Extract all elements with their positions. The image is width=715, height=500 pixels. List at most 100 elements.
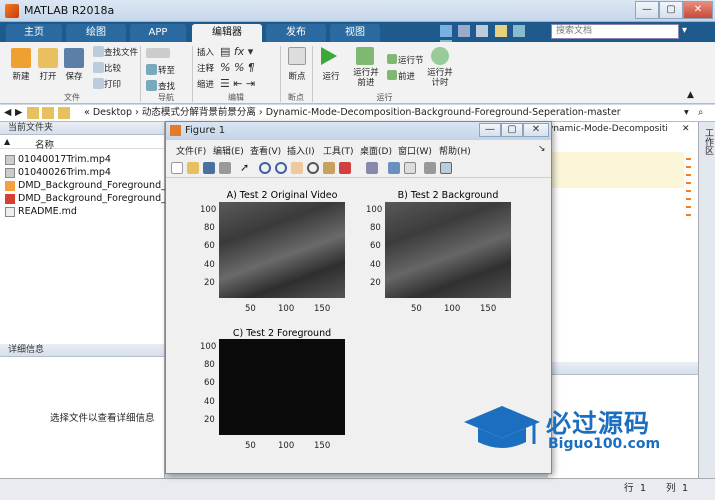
wrap-comments-icon[interactable]: ¶ xyxy=(248,61,255,74)
col-label: 列 xyxy=(666,483,676,494)
figure-minimize-button[interactable]: — xyxy=(479,123,501,137)
editor-close-icon[interactable]: ✕ xyxy=(682,124,690,134)
path-dropdown-icon[interactable]: ▾ xyxy=(684,105,689,121)
breakpoints-button[interactable]: 断点 xyxy=(282,70,312,82)
find-files-button[interactable]: 查找文件 xyxy=(104,46,138,58)
zoom-in-icon[interactable] xyxy=(259,162,271,174)
undo-icon[interactable] xyxy=(512,25,525,37)
tab-plots[interactable]: 绘图 xyxy=(66,24,126,42)
new-figure-icon[interactable] xyxy=(171,162,183,174)
y-tick: 60 xyxy=(204,241,215,251)
search-documentation-input[interactable]: 搜索文档 xyxy=(551,24,679,39)
paste-icon[interactable] xyxy=(494,25,507,37)
tab-view[interactable]: 视图 xyxy=(330,24,380,42)
save-figure-icon[interactable] xyxy=(203,162,215,174)
axes-c-title: C) Test 2 Foreground xyxy=(232,328,332,339)
menu-desktop[interactable]: 桌面(D) xyxy=(360,144,392,157)
run-button[interactable]: 运行 xyxy=(314,70,348,82)
comment-button[interactable]: 注释 xyxy=(197,62,214,74)
forward-icon[interactable]: ▶ xyxy=(15,105,22,121)
minimize-button[interactable]: — xyxy=(635,1,659,19)
brush-icon[interactable] xyxy=(339,162,351,174)
print-figure-icon[interactable] xyxy=(219,162,231,174)
open-file-icon[interactable] xyxy=(187,162,199,174)
menu-dock-icon[interactable]: ↘ xyxy=(538,144,546,154)
insert-section-icon[interactable]: ▤ xyxy=(220,45,230,58)
y-tick: 100 xyxy=(366,205,383,215)
tab-home[interactable]: 主页 xyxy=(6,24,62,42)
menu-edit[interactable]: 编辑(E) xyxy=(213,144,244,157)
figure-close-button[interactable]: ✕ xyxy=(523,123,549,137)
menu-window[interactable]: 窗口(W) xyxy=(398,144,432,157)
search-path-icon[interactable]: ⌕ xyxy=(698,105,703,121)
run-and-time-button[interactable]: 运行并 计时 xyxy=(424,68,456,88)
maximize-button[interactable]: ▢ xyxy=(659,1,683,19)
current-path[interactable]: « Desktop › 动态模式分解背景前景分离 › Dynamic-Mode-… xyxy=(84,105,621,121)
insert-dropdown-icon[interactable]: ▾ xyxy=(248,45,254,58)
insert-legend-icon[interactable] xyxy=(404,162,416,174)
print-button[interactable]: 打印 xyxy=(104,78,121,90)
menu-view[interactable]: 查看(V) xyxy=(250,144,281,157)
advance-icon xyxy=(387,70,397,80)
name-column-header[interactable]: 名称 xyxy=(0,137,164,151)
title-bar: MATLAB R2018a — ▢ ✕ xyxy=(0,0,715,22)
file-item[interactable]: DMD_Background_Foreground_Se xyxy=(18,193,178,204)
insert-button[interactable]: 插入 xyxy=(197,46,214,58)
video-file-icon xyxy=(5,155,15,165)
uncomment-icon[interactable]: % xyxy=(234,61,244,74)
goto-button[interactable]: 转至 xyxy=(158,64,175,76)
tab-apps[interactable]: APP xyxy=(130,24,186,42)
decrease-indent-icon[interactable]: ⇤ xyxy=(233,77,242,90)
advance-button[interactable]: 前进 xyxy=(398,70,415,82)
menu-file[interactable]: 文件(F) xyxy=(176,144,206,157)
show-plot-tools-icon[interactable] xyxy=(440,162,452,174)
menu-insert[interactable]: 插入(I) xyxy=(287,144,315,157)
insert-colorbar-icon[interactable] xyxy=(388,162,400,174)
browse-folder-icon[interactable] xyxy=(42,107,54,119)
hide-plot-tools-icon[interactable] xyxy=(424,162,436,174)
x-tick: 150 xyxy=(480,304,497,314)
file-item[interactable]: README.md xyxy=(18,206,77,217)
m-file-icon xyxy=(5,181,15,191)
smart-indent-icon[interactable]: ☰ xyxy=(220,77,230,90)
back-forward-icon[interactable] xyxy=(146,48,170,58)
run-and-advance-button[interactable]: 运行并 前进 xyxy=(348,68,384,88)
figure-maximize-button[interactable]: ▢ xyxy=(501,123,523,137)
copy-icon[interactable] xyxy=(476,25,489,37)
y-tick: 100 xyxy=(200,205,217,215)
goto-icon xyxy=(146,64,157,75)
function-icon[interactable]: fx xyxy=(234,45,244,58)
file-item[interactable]: 01040017Trim.mp4 xyxy=(18,154,111,165)
tab-editor[interactable]: 编辑器 xyxy=(192,24,262,42)
link-plot-icon[interactable] xyxy=(366,162,378,174)
collapse-ribbon-icon[interactable]: ▲ xyxy=(687,90,694,100)
increase-indent-icon[interactable]: ⇥ xyxy=(246,77,255,90)
save-icon[interactable] xyxy=(440,25,452,37)
pdf-file-icon xyxy=(5,194,15,204)
comment-icon[interactable]: % xyxy=(220,61,230,74)
file-item[interactable]: DMD_Background_Foreground_Se xyxy=(18,180,178,191)
editor-file-tab[interactable]: ynamic-Mode-Decompositi xyxy=(548,124,680,137)
graduation-cap-icon xyxy=(464,406,540,448)
zoom-out-icon[interactable] xyxy=(275,162,287,174)
back-icon[interactable]: ◀ xyxy=(4,105,11,121)
row-value: 1 xyxy=(640,483,647,494)
compare-button[interactable]: 比较 xyxy=(104,62,121,74)
data-cursor-icon[interactable] xyxy=(323,162,335,174)
y-tick: 20 xyxy=(370,278,381,288)
indent-button[interactable]: 缩进 xyxy=(197,78,214,90)
up-folder-icon[interactable] xyxy=(27,107,39,119)
cut-icon[interactable] xyxy=(458,25,471,37)
find-button[interactable]: 查找 xyxy=(158,80,175,92)
menu-help[interactable]: 帮助(H) xyxy=(439,144,471,157)
save-button[interactable]: 保存 xyxy=(58,70,90,82)
pointer-icon[interactable]: ➚ xyxy=(240,162,252,174)
run-section-button[interactable]: 运行节 xyxy=(398,54,424,66)
tab-publish[interactable]: 发布 xyxy=(266,24,326,42)
pan-icon[interactable] xyxy=(291,162,303,174)
file-item[interactable]: 01040026Trim.mp4 xyxy=(18,167,111,178)
close-button[interactable]: ✕ xyxy=(683,1,713,19)
menu-tools[interactable]: 工具(T) xyxy=(323,144,354,157)
rotate-icon[interactable] xyxy=(307,162,319,174)
filter-icon[interactable]: ▾ xyxy=(682,25,694,38)
